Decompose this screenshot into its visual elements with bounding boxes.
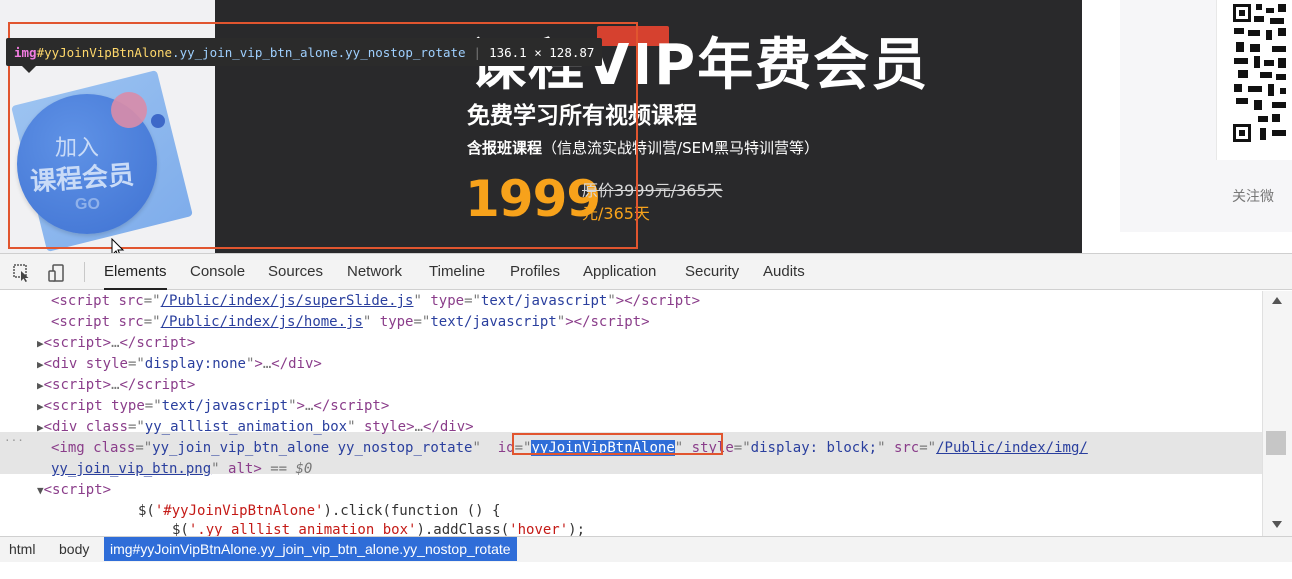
dom-line-div-alllist[interactable]: ▶<div class="yy_alllist_animation_box" s… <box>37 417 474 438</box>
img-src-link[interactable]: /Public/index/img/ <box>936 440 1088 456</box>
home-js-link[interactable]: /Public/index/js/home.js <box>161 314 363 330</box>
tab-timeline[interactable]: Timeline <box>429 254 485 290</box>
dom-line-script-collapsed-1[interactable]: ▶<script>…</script> <box>37 333 195 354</box>
dom-tree[interactable]: <script src="/Public/index/js/superSlide… <box>0 291 1262 536</box>
js-string: '#yyJoinVipBtnAlone' <box>154 503 324 519</box>
attr-value-class: yy_alllist_animation_box <box>144 419 348 435</box>
breadcrumb-html[interactable]: html <box>3 537 41 561</box>
attr-value-type: text/javascript <box>430 314 557 330</box>
tab-elements[interactable]: Elements <box>104 254 167 290</box>
js-token: $( <box>172 522 189 536</box>
dom-line-script-home[interactable]: <script src="/Public/index/js/home.js" t… <box>51 312 650 333</box>
js-line-add-class: $('.yy_alllist_animation_box').addClass(… <box>172 520 585 536</box>
collapse-triangle-icon[interactable]: ▼ <box>37 484 44 497</box>
tooltip-tag: img <box>14 44 37 60</box>
dom-line-script-typed[interactable]: ▶<script type="text/javascript">…</scrip… <box>37 396 389 417</box>
tooltip-id: #yyJoinVipBtnAlone <box>36 44 173 60</box>
expand-triangle-icon[interactable]: ▶ <box>37 421 44 434</box>
attr-value-type: text/javascript <box>480 293 608 309</box>
img-src-link-cont[interactable]: yy_join_vip_btn.png <box>51 461 211 477</box>
attr-value-style: display:none <box>144 356 246 372</box>
scroll-down-arrow-icon[interactable] <box>1272 521 1282 528</box>
js-string: '.yy_alllist_animation_box' <box>188 522 417 536</box>
js-line-click-handler: $('#yyJoinVipBtnAlone').click(function (… <box>138 501 500 522</box>
tab-network[interactable]: Network <box>347 254 402 290</box>
superslide-link[interactable]: /Public/index/js/superSlide.js <box>161 293 414 309</box>
node-actions-dots[interactable]: ··· <box>4 434 24 447</box>
devtools-toolbar: Elements Console Sources Network Timelin… <box>0 254 1292 290</box>
dom-line-script-superslide[interactable]: <script src="/Public/index/js/superSlide… <box>51 291 700 312</box>
tooltip-classes: .yy_join_vip_btn_alone.yy_nostop_rotate <box>172 44 466 60</box>
scroll-up-arrow-icon[interactable] <box>1272 297 1282 304</box>
follow-text: 关注微 <box>1232 189 1274 205</box>
attr-value-type: text/javascript <box>161 398 289 414</box>
expand-triangle-icon[interactable]: ▶ <box>37 337 44 350</box>
js-token: ).addClass( <box>416 522 510 536</box>
breadcrumb-body[interactable]: body <box>53 537 95 561</box>
attr-value-img-style: display: block; <box>750 440 878 456</box>
qr-code-icon <box>1232 2 1288 148</box>
expand-triangle-icon[interactable]: ▶ <box>37 358 44 371</box>
inspect-tooltip: img #yyJoinVipBtnAlone .yy_join_vip_btn_al… <box>6 38 603 66</box>
mouse-cursor-icon <box>111 238 125 253</box>
inspect-element-icon[interactable] <box>12 263 32 283</box>
tooltip-size: 136.1 × 128.87 <box>489 44 595 60</box>
expand-triangle-icon[interactable]: ▶ <box>37 400 44 413</box>
dom-line-img-selected-cont[interactable]: yy_join_vip_btn.png" alt> == $0 <box>51 459 312 480</box>
toolbar-divider <box>84 262 85 282</box>
bottom-empty-strip <box>0 562 1292 579</box>
dom-line-script-open[interactable]: ▼<script> <box>37 480 111 501</box>
tab-security[interactable]: Security <box>685 254 739 290</box>
selected-marker: == $0 <box>270 461 313 477</box>
expand-triangle-icon[interactable]: ▶ <box>37 379 44 392</box>
tab-profiles[interactable]: Profiles <box>510 254 560 290</box>
scrollbar-thumb[interactable] <box>1266 431 1286 455</box>
dom-tree-scrollbar[interactable] <box>1262 291 1292 536</box>
attr-value-img-class: yy_join_vip_btn_alone yy_nostop_rotate <box>152 440 473 456</box>
tab-application[interactable]: Application <box>583 254 656 290</box>
breadcrumb-img[interactable]: img#yyJoinVipBtnAlone.yy_join_vip_btn_al… <box>104 537 517 561</box>
breadcrumb: html body img#yyJoinVipBtnAlone.yy_join_… <box>0 536 1292 562</box>
tooltip-separator: | <box>473 44 482 60</box>
devtools-panel: Elements Console Sources Network Timelin… <box>0 253 1292 579</box>
tooltip-arrow <box>22 66 36 73</box>
dom-line-script-collapsed-2[interactable]: ▶<script>…</script> <box>37 375 195 396</box>
tab-audits[interactable]: Audits <box>763 254 805 290</box>
js-token: $( <box>138 503 155 519</box>
js-token: ).click(function () { <box>323 503 501 519</box>
page-viewport: 课程VIP年费会员 免费学习所有视频课程 含报班课程（信息流实战特训营/SEM黑… <box>0 0 1292 253</box>
js-token: ); <box>568 522 586 536</box>
js-string: 'hover' <box>509 522 569 536</box>
tab-sources[interactable]: Sources <box>268 254 323 290</box>
device-mode-icon[interactable] <box>47 263 67 283</box>
tab-console[interactable]: Console <box>190 254 245 290</box>
dom-line-div-hidden[interactable]: ▶<div style="display:none">…</div> <box>37 354 322 375</box>
id-attribute-annotation-box <box>512 433 723 455</box>
